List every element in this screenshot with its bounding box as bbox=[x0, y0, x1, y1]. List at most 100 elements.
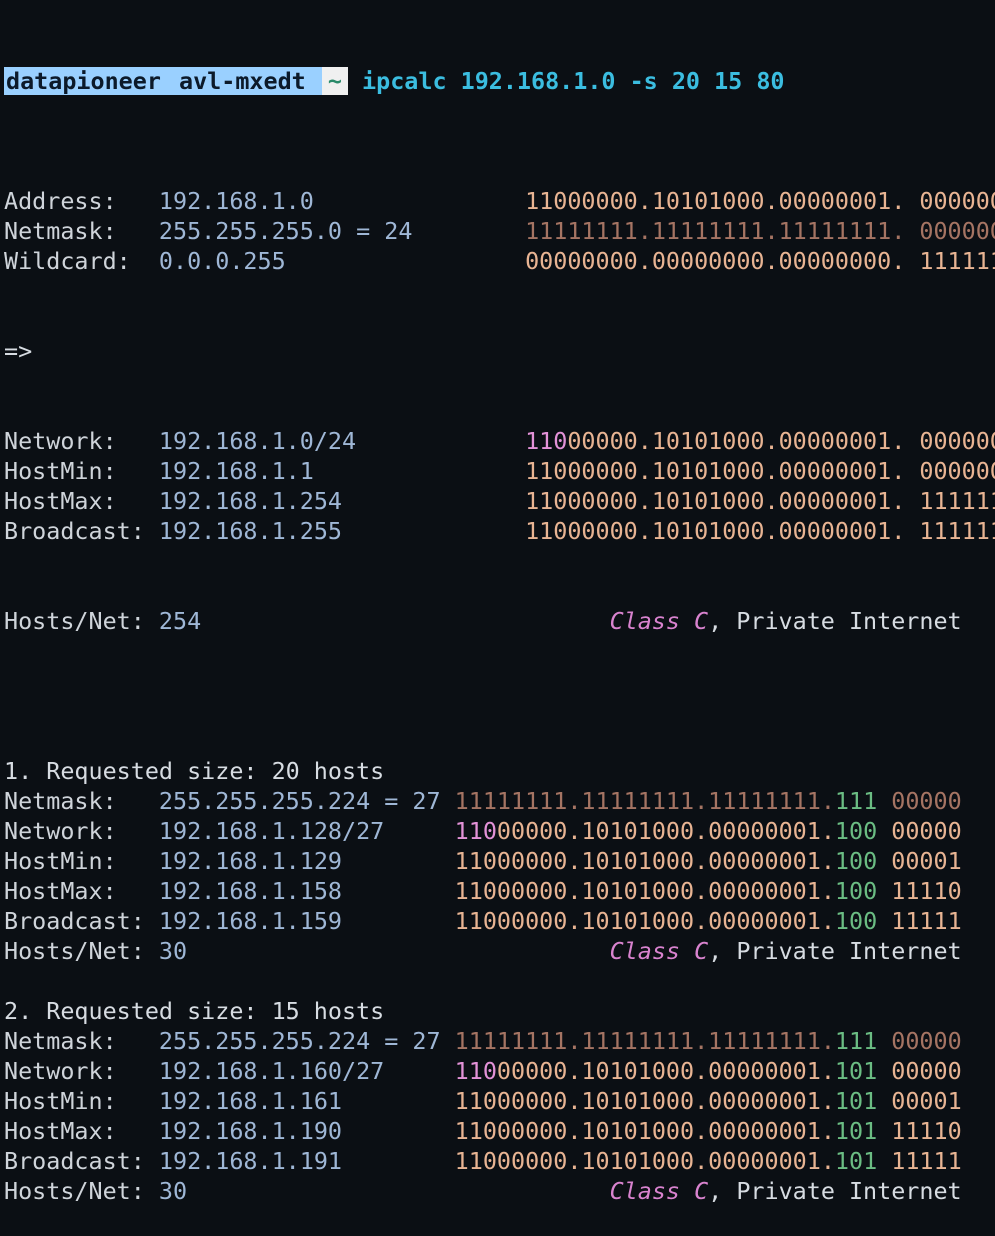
network-prefix-bits: 110 bbox=[454, 817, 497, 845]
network-prefix-bits: 110 bbox=[525, 427, 568, 455]
subnet-row: HostMin: 192.168.1.129 11000000.10101000… bbox=[4, 846, 995, 876]
prompt-hostname: avl-mxedt bbox=[179, 67, 306, 95]
row-label: Broadcast: bbox=[4, 517, 145, 545]
binary-octets: 11000000.10101000.00000001. bbox=[454, 1117, 835, 1145]
subnet-heading: 2. Requested size: 15 hosts bbox=[4, 997, 385, 1025]
binary-octets: 11000000.10101000.00000001. bbox=[525, 517, 906, 545]
summary-row: Netmask: 255.255.255.0 = 24 11111111.111… bbox=[4, 216, 995, 246]
network-row: HostMax: 192.168.1.254 11000000.10101000… bbox=[4, 486, 995, 516]
hosts-value: 30 bbox=[158, 937, 188, 965]
hosts-label: Hosts/Net: bbox=[4, 1177, 145, 1205]
class-tail: , Private Internet bbox=[708, 937, 962, 965]
binary-host-bits: 11111 bbox=[877, 907, 962, 935]
binary-host-bits: 00000 bbox=[877, 1057, 962, 1085]
row-label: HostMin: bbox=[4, 1087, 145, 1115]
result-arrow: => bbox=[4, 337, 33, 365]
row-value: 192.168.1.254 bbox=[158, 487, 441, 515]
binary-host-bits: 11111111 bbox=[919, 247, 995, 275]
binary-host-bits: 00001 bbox=[877, 847, 962, 875]
subnet-row: Broadcast: 192.168.1.191 11000000.101010… bbox=[4, 1146, 995, 1176]
binary-host-bits: 11110 bbox=[877, 1117, 962, 1145]
subnet-bits: 111 bbox=[834, 787, 878, 815]
hosts-label: Hosts/Net: bbox=[4, 937, 145, 965]
network-block: Network: 192.168.1.0/24 11000000.1010100… bbox=[4, 426, 995, 546]
binary-octets: 00000.10101000.00000001. bbox=[496, 817, 835, 845]
subnet-netmask-row: Netmask: 255.255.255.224 = 27 11111111.1… bbox=[4, 1026, 995, 1056]
subnet-bits: 101 bbox=[834, 1087, 878, 1115]
row-label: HostMin: bbox=[4, 847, 145, 875]
binary-host-bits: 00000 bbox=[877, 787, 962, 815]
summary-row: Address: 192.168.1.0 11000000.10101000.0… bbox=[4, 186, 995, 216]
row-value: 192.168.1.159 bbox=[158, 907, 441, 935]
binary-host-bits: 00001 bbox=[877, 1087, 962, 1115]
class-tail: , Private Internet bbox=[708, 1177, 962, 1205]
subnet-row: Network: 192.168.1.160/27 11000000.10101… bbox=[4, 1056, 995, 1086]
row-label: Network: bbox=[4, 817, 145, 845]
row-value: 192.168.1.161 bbox=[158, 1087, 441, 1115]
subnet-hosts-line: Hosts/Net: 30 Class C, Private Internet bbox=[4, 1176, 995, 1206]
row-value: 192.168.1.129 bbox=[158, 847, 441, 875]
row-value: 192.168.1.190 bbox=[158, 1117, 441, 1145]
binary-host-bits: 11111111 bbox=[919, 517, 995, 545]
subnet-bits: 100 bbox=[834, 907, 878, 935]
binary-host-bits: 11110 bbox=[877, 877, 962, 905]
binary-host-bits: 00000001 bbox=[919, 457, 995, 485]
row-label: Broadcast: bbox=[4, 907, 145, 935]
subnet-heading: 1. Requested size: 20 hosts bbox=[4, 757, 385, 785]
binary-host-bits: 00000 bbox=[877, 817, 962, 845]
row-value: 192.168.1.128/27 bbox=[158, 817, 441, 845]
subnet-bits: 111 bbox=[834, 1027, 878, 1055]
class-text: Class C bbox=[609, 1177, 709, 1205]
binary-octets: 11111111.11111111.11111111. bbox=[454, 787, 835, 815]
prompt-host: avl-mxedt bbox=[162, 67, 322, 95]
hosts-label: Hosts/Net: bbox=[4, 607, 145, 635]
row-label: HostMin: bbox=[4, 457, 145, 485]
row-value: 192.168.1.160/27 bbox=[158, 1057, 441, 1085]
network-row: HostMin: 192.168.1.1 11000000.10101000.0… bbox=[4, 456, 995, 486]
row-label: HostMax: bbox=[4, 1117, 145, 1145]
subnet-bits: 100 bbox=[834, 817, 878, 845]
binary-octets: 11000000.10101000.00000001. bbox=[454, 1147, 835, 1175]
row-value: 192.168.1.191 bbox=[158, 1147, 441, 1175]
network-row: Network: 192.168.1.0/24 11000000.1010100… bbox=[4, 426, 995, 456]
binary-host-bits: 00000 bbox=[877, 1027, 962, 1055]
row-value: 192.168.1.255 bbox=[158, 517, 441, 545]
binary-octets: 11000000.10101000.00000001. bbox=[454, 907, 835, 935]
subnet-row: HostMax: 192.168.1.190 11000000.10101000… bbox=[4, 1116, 995, 1146]
subnet-netmask-row: Netmask: 255.255.255.224 = 27 11111111.1… bbox=[4, 786, 995, 816]
row-label: HostMax: bbox=[4, 877, 145, 905]
summary-row: Wildcard: 0.0.0.255 00000000.00000000.00… bbox=[4, 246, 995, 276]
network-row: Broadcast: 192.168.1.255 11000000.101010… bbox=[4, 516, 995, 546]
row-label: Network: bbox=[4, 427, 145, 455]
terminal-output[interactable]: datapioneer avl-mxedt ~ ipcalc 192.168.1… bbox=[0, 0, 995, 1236]
subnet-hosts-line: Hosts/Net: 30 Class C, Private Internet bbox=[4, 936, 995, 966]
subnet-row: HostMax: 192.168.1.158 11000000.10101000… bbox=[4, 876, 995, 906]
row-label: HostMax: bbox=[4, 487, 145, 515]
row-value: 255.255.255.224 = 27 bbox=[158, 1027, 441, 1055]
binary-octets: 11111111.11111111.11111111. bbox=[525, 217, 906, 245]
binary-host-bits: 00000000 bbox=[919, 187, 995, 215]
hosts-line: Hosts/Net: 254 Class C, Private Internet bbox=[4, 606, 995, 636]
row-value: 255.255.255.224 = 27 bbox=[158, 787, 441, 815]
subnet-bits: 100 bbox=[834, 847, 878, 875]
row-label: Network: bbox=[4, 1057, 145, 1085]
prompt-directory: ~ bbox=[321, 67, 348, 95]
binary-octets: 00000000.00000000.00000000. bbox=[525, 247, 906, 275]
binary-octets: 11000000.10101000.00000001. bbox=[454, 1087, 835, 1115]
hosts-value: 254 bbox=[158, 607, 202, 635]
class-text: Class C bbox=[609, 607, 709, 635]
binary-octets: 00000.10101000.00000001. bbox=[567, 427, 906, 455]
row-value: 192.168.1.158 bbox=[158, 877, 441, 905]
binary-host-bits: 00000000 bbox=[919, 217, 995, 245]
binary-octets: 11111111.11111111.11111111. bbox=[454, 1027, 835, 1055]
subnets-block: 1. Requested size: 20 hosts Netmask: 255.… bbox=[4, 726, 995, 1206]
row-value: 0.0.0.255 bbox=[158, 247, 441, 275]
command-text: ipcalc 192.168.1.0 -s 20 15 80 bbox=[362, 67, 785, 95]
network-prefix-bits: 110 bbox=[454, 1057, 497, 1085]
row-value: 255.255.255.0 = 24 bbox=[158, 217, 441, 245]
prompt-line: datapioneer avl-mxedt ~ ipcalc 192.168.1… bbox=[4, 66, 995, 96]
row-value: 192.168.1.1 bbox=[158, 457, 441, 485]
subnet-row: Network: 192.168.1.128/27 11000000.10101… bbox=[4, 816, 995, 846]
binary-octets: 11000000.10101000.00000001. bbox=[454, 847, 835, 875]
